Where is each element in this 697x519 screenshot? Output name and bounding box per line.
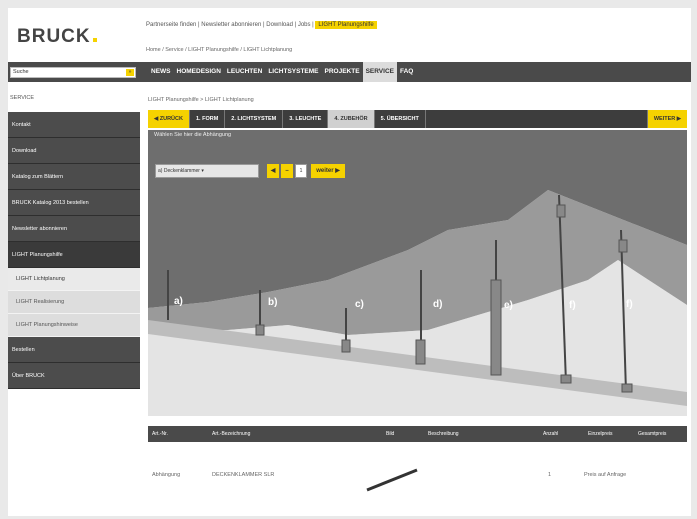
nav-lichtsysteme[interactable]: LICHTSYSTEME (265, 62, 321, 82)
step-spacer (426, 110, 648, 128)
prev-icon[interactable]: ◀ (267, 164, 279, 178)
step-leuchte[interactable]: 3. LEUCHTE (283, 110, 329, 128)
label-c[interactable]: c) (355, 299, 364, 310)
nav-items: NEWS HOMEDESIGN LEUCHTEN LICHTSYSTEME PR… (148, 62, 416, 82)
step-form[interactable]: 1. FORM (190, 110, 226, 128)
search-input[interactable]: Suche » (10, 67, 136, 78)
top-link-jobs[interactable]: Jobs (298, 22, 311, 28)
viewer-title: Wählen Sie hier die Abhängung (154, 132, 232, 138)
nav-projekte[interactable]: PROJEKTE (322, 62, 363, 82)
main-navbar: Suche » NEWS HOMEDESIGN LEUCHTEN LICHTSY… (8, 62, 691, 82)
suspension-select[interactable]: a) Deckenklammer ▾ (155, 164, 259, 178)
th-art-nr: Art.-Nr. (152, 431, 168, 437)
th-bild: Bild (386, 431, 395, 437)
cell-art-nr: Abhängung (152, 472, 181, 478)
label-f2[interactable]: f) (626, 299, 633, 310)
top-link-partner[interactable]: Partnerseite finden (146, 22, 196, 28)
back-button[interactable]: ◀ ZURÜCK (148, 110, 190, 128)
step-lichtsystem[interactable]: 2. LICHTSYSTEM (225, 110, 284, 128)
page: BRUCK Partnerseite finden | Newsletter a… (8, 8, 691, 516)
table-row: Abhängung DECKENKLAMMER SLR 1 Preis auf … (148, 442, 687, 512)
logo-dot-icon (92, 38, 97, 42)
logo-text: BRUCK (17, 26, 91, 47)
sidebar-subitem-hinweise[interactable]: LIGHT Planungshinweise (8, 314, 140, 337)
sidebar-item-ueber[interactable]: Über BRUCK (8, 363, 140, 389)
logo[interactable]: BRUCK (17, 26, 97, 48)
nav-leuchten[interactable]: LEUCHTEN (224, 62, 265, 82)
sidebar-item-katalog-bestellen[interactable]: BRUCK Katalog 2013 bestellen (8, 190, 140, 216)
sidebar-item-katalog[interactable]: Katalog zum Blättern (8, 164, 140, 190)
search-button[interactable]: » (126, 69, 134, 76)
label-b[interactable]: b) (268, 297, 277, 308)
label-d[interactable]: d) (433, 299, 442, 310)
nav-service[interactable]: SERVICE (362, 62, 397, 82)
breadcrumb-top: Home / Service / LIGHT Planungshilfe / L… (146, 47, 293, 53)
cell-preis: Preis auf Anfrage (584, 472, 627, 478)
label-f1[interactable]: f) (569, 300, 576, 311)
sidebar-item-kontakt[interactable]: Kontakt (8, 112, 140, 138)
step-bar: ◀ ZURÜCK 1. FORM 2. LICHTSYSTEM 3. LEUCH… (148, 110, 687, 128)
th-anzahl: Anzahl (543, 431, 559, 437)
sidebar-item-download[interactable]: Download (8, 138, 140, 164)
next-button[interactable]: WEITER ▶ (647, 110, 687, 128)
cell-anzahl: 1 (548, 472, 552, 478)
sidebar-item-bestellen[interactable]: Bestellen (8, 337, 140, 363)
product-image (366, 468, 418, 492)
th-beschreibung: Beschreibung (428, 431, 459, 437)
sidebar: Kontakt Download Katalog zum Blättern BR… (8, 112, 140, 389)
nav-news[interactable]: NEWS (148, 62, 174, 82)
label-a[interactable]: a) (174, 296, 183, 307)
th-bezeichnung: Art.-Bezeichnung (212, 431, 251, 437)
label-e[interactable]: e) (504, 300, 513, 311)
suspension-select-value: a) Deckenklammer (158, 168, 200, 174)
add-label: weiter (316, 168, 334, 174)
search-value: Suche (13, 69, 29, 75)
sidebar-subitem-lichtplanung[interactable]: LIGHT Lichtplanung (8, 268, 140, 291)
nav-homedesign[interactable]: HOMEDESIGN (174, 62, 224, 82)
nav-faq[interactable]: FAQ (397, 62, 416, 82)
top-link-newsletter[interactable]: Newsletter abonnieren (201, 22, 261, 28)
quantity-field[interactable]: 1 (295, 164, 307, 178)
cell-bezeichnung: DECKENKLAMMER SLR (212, 472, 275, 478)
breadcrumb-main: LIGHT Planungshilfe > LIGHT Lichtplanung (148, 97, 254, 103)
top-link-planning[interactable]: LIGHT Planungshilfe (315, 21, 377, 29)
step-zubehoer[interactable]: 4. ZUBEHÖR (328, 110, 375, 128)
suspension-viewer: Wählen Sie hier die Abhängung a) Deckenk… (148, 130, 687, 416)
add-button[interactable]: weiter ▶ (311, 164, 345, 178)
sidebar-title: SERVICE (10, 95, 35, 101)
th-einzelpreis: Einzelpreis (588, 431, 613, 437)
sidebar-subitem-realisierung[interactable]: LIGHT Realisierung (8, 291, 140, 314)
top-link-download[interactable]: Download (266, 22, 293, 28)
sidebar-item-newsletter[interactable]: Newsletter abonnieren (8, 216, 140, 242)
minus-button[interactable]: – (281, 164, 293, 178)
sidebar-item-planungshilfe[interactable]: LIGHT Planungshilfe (8, 242, 140, 268)
table-header: Art.-Nr. Art.-Bezeichnung Bild Beschreib… (148, 426, 687, 442)
top-links: Partnerseite finden | Newsletter abonnie… (146, 21, 377, 29)
step-uebersicht[interactable]: 5. ÜBERSICHT (375, 110, 426, 128)
th-gesamtpreis: Gesamtpreis (638, 431, 667, 437)
